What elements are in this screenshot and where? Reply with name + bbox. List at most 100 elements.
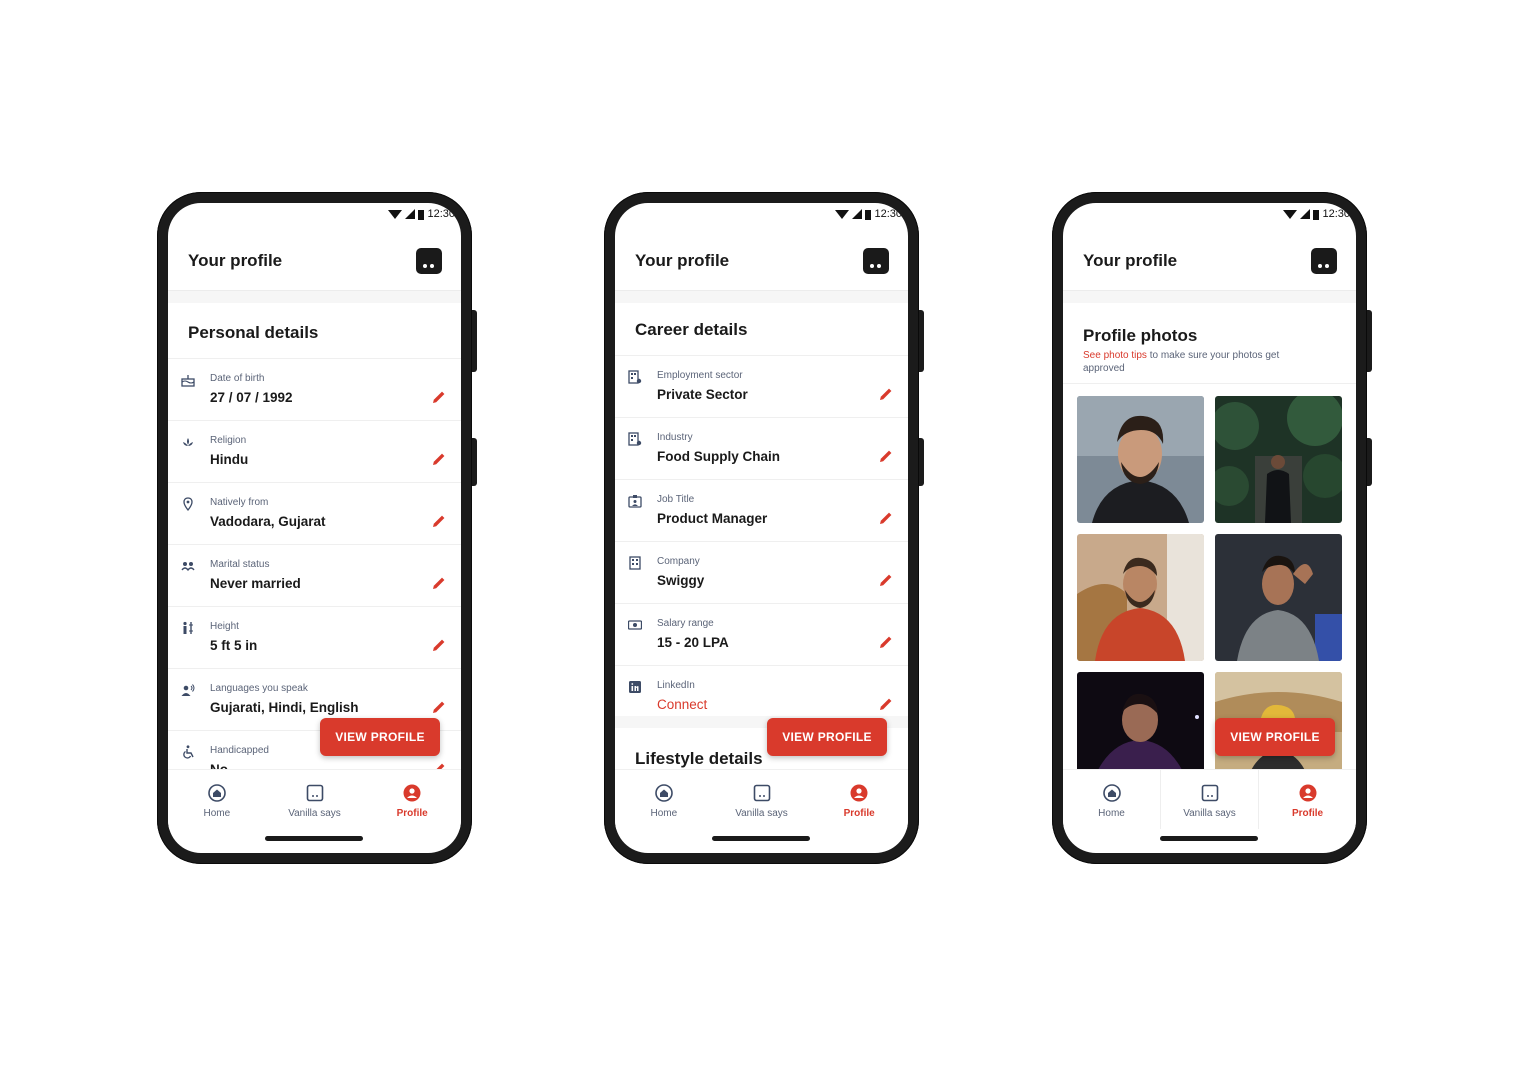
- office-building-icon: [629, 556, 641, 570]
- field-value: Hindu: [210, 452, 249, 467]
- man-in-forest-photo: [1215, 396, 1342, 523]
- nav-label: Vanilla says: [288, 808, 341, 819]
- field-label: Salary range: [657, 618, 714, 629]
- detail-row-height[interactable]: Height 5 ft 5 in: [168, 607, 461, 669]
- home-icon: [1102, 784, 1121, 802]
- field-label: LinkedIn: [657, 680, 695, 691]
- field-value: Product Manager: [657, 511, 768, 526]
- app-logo-icon[interactable]: [416, 247, 442, 274]
- field-label: Height: [210, 621, 239, 632]
- field-label: Company: [657, 556, 700, 567]
- profile-icon: [1299, 784, 1316, 802]
- nav-profile[interactable]: Profile: [363, 770, 461, 829]
- view-profile-button[interactable]: VIEW PROFILE: [320, 718, 440, 756]
- detail-row-job-title[interactable]: Job Title Product Manager: [615, 480, 908, 542]
- divider: [1063, 383, 1356, 384]
- height-icon: [183, 621, 193, 634]
- field-value: Gujarati, Hindi, English: [210, 700, 359, 715]
- cake-icon: [181, 375, 195, 387]
- man-in-red-sweater-photo: [1077, 534, 1204, 661]
- field-label: Languages you speak: [210, 683, 308, 694]
- screen: 12:30 Your profile Personal details Date…: [168, 203, 461, 853]
- divider: [615, 291, 908, 303]
- nav-vanilla-says[interactable]: Vanilla says: [1160, 770, 1259, 829]
- edit-pencil-icon[interactable]: [431, 699, 447, 715]
- screen: 12:30 Your profile Profile photos See ph…: [1063, 203, 1356, 853]
- field-label: Natively from: [210, 497, 269, 508]
- battery-icon: [1313, 209, 1320, 220]
- profile-icon: [403, 784, 421, 802]
- app-bar: Your profile: [168, 231, 461, 291]
- field-label: Religion: [210, 435, 247, 446]
- photo-tips-link[interactable]: See photo tips: [1083, 350, 1147, 361]
- detail-row-native[interactable]: Natively from Vadodara, Gujarat: [168, 483, 461, 545]
- edit-pencil-icon[interactable]: [878, 448, 894, 464]
- building-gear-icon: [628, 370, 642, 384]
- linkedin-connect-link[interactable]: Connect: [657, 697, 707, 712]
- nav-label: Home: [203, 808, 231, 819]
- edit-pencil-icon[interactable]: [878, 510, 894, 526]
- home-indicator: [1160, 836, 1258, 841]
- photo-4[interactable]: [1215, 534, 1342, 661]
- linkedin-icon: [629, 681, 641, 693]
- edit-pencil-icon[interactable]: [431, 451, 447, 467]
- nav-home[interactable]: Home: [168, 770, 266, 829]
- page-title: Your profile: [188, 250, 283, 270]
- bottom-nav: Home Vanilla says Profile: [168, 769, 461, 829]
- bottom-nav: Home Vanilla says Profile: [615, 769, 908, 829]
- status-bar: 12:30: [615, 203, 908, 225]
- photo-3[interactable]: [1077, 534, 1204, 661]
- field-label: Handicapped: [210, 745, 269, 756]
- field-label: Industry: [657, 432, 693, 443]
- nav-profile[interactable]: Profile: [1259, 770, 1356, 829]
- detail-row-salary[interactable]: Salary range 15 - 20 LPA: [615, 604, 908, 666]
- edit-pencil-icon[interactable]: [878, 634, 894, 650]
- view-profile-button[interactable]: VIEW PROFILE: [1215, 718, 1335, 756]
- home-indicator: [265, 836, 363, 841]
- detail-row-employment-sector[interactable]: Employment sector Private Sector: [615, 356, 908, 418]
- detail-row-dob[interactable]: Date of birth 27 / 07 / 1992: [168, 359, 461, 421]
- nav-vanilla-says[interactable]: Vanilla says: [713, 770, 811, 829]
- edit-pencil-icon[interactable]: [878, 696, 894, 712]
- detail-row-company[interactable]: Company Swiggy: [615, 542, 908, 604]
- home-indicator: [712, 836, 810, 841]
- nav-home[interactable]: Home: [615, 770, 713, 829]
- app-logo-icon[interactable]: [1311, 247, 1337, 274]
- speaking-person-icon: [181, 684, 195, 696]
- nav-vanilla-says[interactable]: Vanilla says: [266, 770, 364, 829]
- field-label: Marital status: [210, 559, 270, 570]
- detail-row-marital[interactable]: Marital status Never married: [168, 545, 461, 607]
- edit-pencil-icon[interactable]: [431, 389, 447, 405]
- photo-1[interactable]: [1077, 396, 1204, 523]
- view-profile-button[interactable]: VIEW PROFILE: [767, 718, 887, 756]
- id-badge-icon: [628, 495, 642, 508]
- field-value: 15 - 20 LPA: [657, 635, 729, 650]
- photo-2[interactable]: [1215, 396, 1342, 523]
- detail-row-religion[interactable]: Religion Hindu: [168, 421, 461, 483]
- field-value: Private Sector: [657, 387, 748, 402]
- nav-profile[interactable]: Profile: [810, 770, 908, 829]
- status-bar: 12:30: [1063, 203, 1356, 225]
- edit-pencil-icon[interactable]: [431, 575, 447, 591]
- edit-pencil-icon[interactable]: [431, 637, 447, 653]
- nav-home[interactable]: Home: [1063, 770, 1160, 829]
- man-in-grey-tshirt-photo: [1215, 534, 1342, 661]
- edit-pencil-icon[interactable]: [878, 572, 894, 588]
- phone-personal-details: 12:30 Your profile Personal details Date…: [157, 192, 477, 864]
- wheelchair-icon: [183, 745, 194, 759]
- field-value: Swiggy: [657, 573, 705, 588]
- edit-pencil-icon[interactable]: [431, 513, 447, 529]
- signal-icon: [852, 209, 863, 219]
- detail-row-industry[interactable]: Industry Food Supply Chain: [615, 418, 908, 480]
- battery-icon: [865, 209, 872, 220]
- app-logo-icon[interactable]: [863, 247, 889, 274]
- field-label: Employment sector: [657, 370, 743, 381]
- wifi-icon: [835, 210, 850, 219]
- field-value: Vadodara, Gujarat: [210, 514, 326, 529]
- edit-pencil-icon[interactable]: [878, 386, 894, 402]
- vanilla-says-icon: [753, 784, 770, 802]
- divider: [168, 291, 461, 303]
- wifi-icon: [1283, 210, 1298, 219]
- field-value: 5 ft 5 in: [210, 638, 258, 653]
- app-bar: Your profile: [1063, 231, 1356, 291]
